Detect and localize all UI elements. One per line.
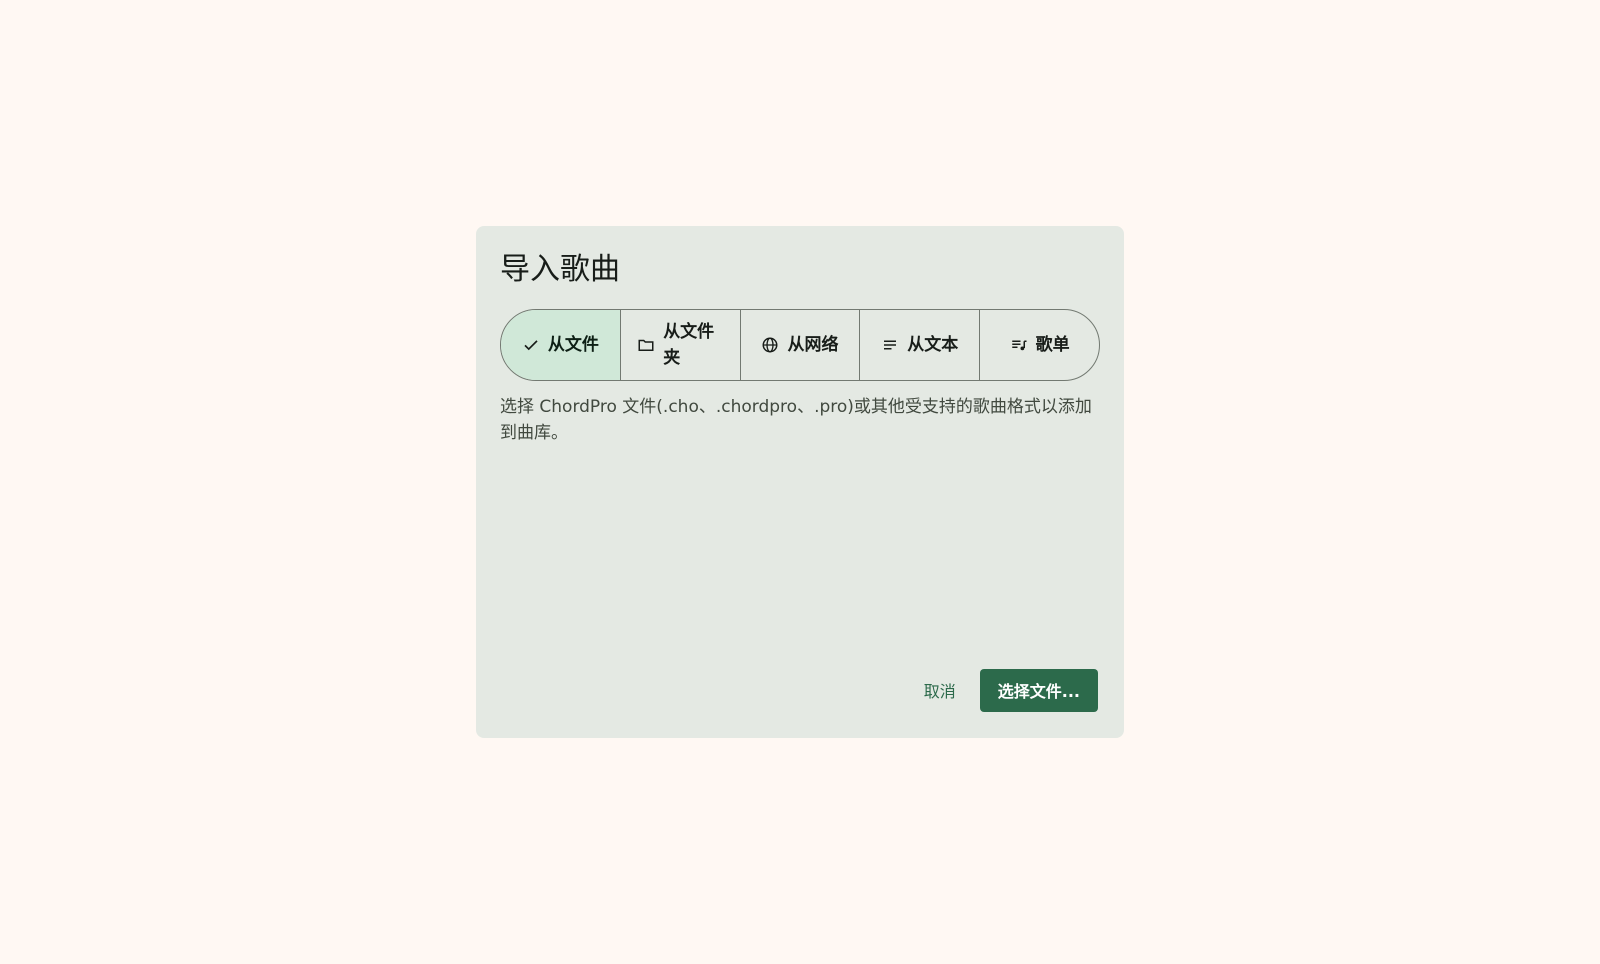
cancel-button[interactable]: 取消: [914, 668, 966, 712]
choose-file-button[interactable]: 选择文件...: [979, 668, 1098, 712]
segment-label: 歌单: [1035, 335, 1070, 355]
globe-icon: [761, 336, 779, 354]
import-song-dialog: 导入歌曲 从文件 从文件夹 从网络 从文本 歌单 选择 ChordPro 文件(…: [476, 226, 1124, 738]
import-source-segmented-control: 从文件 从文件夹 从网络 从文本 歌单: [500, 309, 1100, 381]
dialog-title: 导入歌曲: [500, 252, 620, 287]
dialog-description: 选择 ChordPro 文件(.cho、.chordpro、.pro)或其他受支…: [500, 397, 1092, 443]
check-icon: [522, 336, 540, 354]
playlist-icon: [1010, 336, 1028, 354]
folder-icon: [637, 336, 655, 354]
segment-from-folder[interactable]: 从文件夹: [621, 310, 741, 380]
segment-label: 从文件夹: [663, 322, 715, 368]
segment-label: 从文本: [907, 335, 959, 355]
segment-label: 从文件: [547, 335, 599, 355]
segment-from-file[interactable]: 从文件: [501, 310, 621, 380]
notes-icon: [881, 336, 899, 354]
segment-from-text[interactable]: 从文本: [860, 310, 981, 380]
segment-label: 从网络: [787, 335, 839, 355]
segment-playlist[interactable]: 歌单: [980, 310, 1099, 380]
dialog-actions: 取消 选择文件...: [914, 668, 1098, 712]
segment-from-web[interactable]: 从网络: [741, 310, 861, 380]
